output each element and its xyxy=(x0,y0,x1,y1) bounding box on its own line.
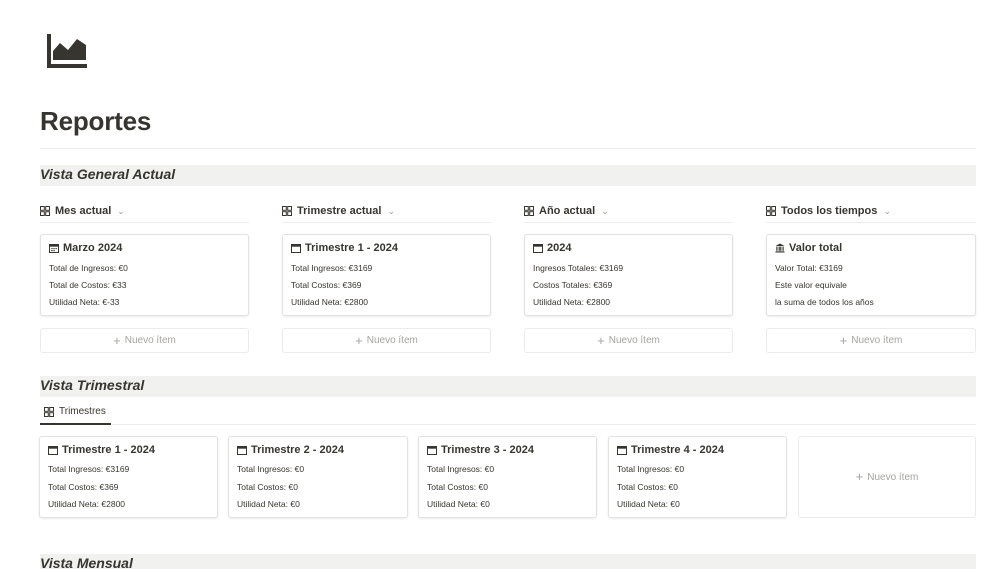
new-item-label: Nuevo ítem xyxy=(867,471,919,483)
card-property: Utilidad Neta: €2800 xyxy=(291,297,369,307)
card-property: Total Ingresos: €3169 xyxy=(48,464,130,474)
card-property: Total Ingresos: €0 xyxy=(617,464,685,474)
tab-divider xyxy=(40,424,976,425)
card-property: Total Costos: €369 xyxy=(48,482,119,492)
chevron-down-icon: ⌄ xyxy=(387,205,395,216)
card-property: Costos Totales: €369 xyxy=(533,280,613,290)
new-item-button[interactable]: + Nuevo ítem xyxy=(524,328,733,353)
calendar-icon xyxy=(237,446,247,455)
plus-icon: + xyxy=(855,469,864,484)
card-property: Utilidad Neta: €2800 xyxy=(533,297,611,307)
view-tab-label: Trimestres xyxy=(59,406,106,417)
view-tab-label: Todos los tiempos xyxy=(781,205,878,217)
card-property: Total Ingresos: €0 xyxy=(237,464,305,474)
area-chart-icon xyxy=(47,34,87,68)
page-title: Reportes xyxy=(40,106,152,136)
card-property: Utilidad Neta: €0 xyxy=(427,499,490,509)
card-property: Utilidad Neta: €2800 xyxy=(48,499,126,509)
card-property: Total Ingresos: €0 xyxy=(427,464,495,474)
card-marzo-2024[interactable]: Marzo 2024 Total de Ingresos: €0 Total d… xyxy=(40,234,249,316)
section-heading: Vista Trimestral xyxy=(40,377,145,393)
calendar-icon xyxy=(427,446,437,455)
card-title: Trimestre 4 - 2024 xyxy=(631,444,724,456)
card-title: Trimestre 1 - 2024 xyxy=(305,242,398,254)
tab-divider xyxy=(282,222,491,223)
new-item-label: Nuevo ítem xyxy=(124,335,176,346)
new-item-label: Nuevo ítem xyxy=(366,335,418,346)
card-property: Utilidad Neta: €-33 xyxy=(49,297,120,307)
new-item-button[interactable]: + Nuevo ítem xyxy=(40,328,249,353)
section-vista-mensual: Vista Mensual xyxy=(40,554,976,569)
card-title: Marzo 2024 xyxy=(63,242,123,254)
card-title: Valor total xyxy=(789,242,843,254)
title-divider xyxy=(40,148,976,149)
card-property: Este valor equivale xyxy=(775,280,847,290)
calendar-icon xyxy=(48,446,58,455)
plus-icon: + xyxy=(597,332,605,348)
card-property: Total Costos: €369 xyxy=(291,280,362,290)
card-property: Ingresos Totales: €3169 xyxy=(533,263,624,273)
new-item-button[interactable]: + Nuevo ítem xyxy=(798,436,976,518)
gallery-view-icon xyxy=(40,206,50,216)
tab-divider xyxy=(40,222,249,223)
view-tab-trimestres[interactable]: Trimestres xyxy=(44,406,106,417)
gallery-view-icon xyxy=(524,206,534,216)
bank-icon xyxy=(775,243,785,253)
section-vista-general: Vista General Actual xyxy=(40,165,976,186)
card-property: Total Costos: €0 xyxy=(617,482,678,492)
chevron-down-icon: ⌄ xyxy=(601,205,609,216)
chevron-down-icon: ⌄ xyxy=(883,205,891,216)
view-tab-label: Año actual xyxy=(539,205,596,217)
view-tab-trimestre-actual[interactable]: Trimestre actual ⌄ xyxy=(282,205,395,217)
card-property: Total Costos: €0 xyxy=(427,482,488,492)
new-item-label: Nuevo ítem xyxy=(608,335,660,346)
plus-icon: + xyxy=(355,332,363,348)
chevron-down-icon: ⌄ xyxy=(117,205,125,216)
new-item-label: Nuevo ítem xyxy=(851,335,903,346)
section-vista-trimestral: Vista Trimestral xyxy=(40,376,976,397)
calendar-icon xyxy=(291,244,301,253)
section-heading: Vista General Actual xyxy=(40,166,176,182)
card-2024[interactable]: 2024 Ingresos Totales: €3169 Costos Tota… xyxy=(524,234,733,316)
calendar-icon xyxy=(533,244,543,253)
card-property: Total Ingresos: €3169 xyxy=(291,263,373,273)
view-tab-label: Mes actual xyxy=(55,205,112,217)
view-tab-label: Trimestre actual xyxy=(297,205,382,217)
view-tab-ano-actual[interactable]: Año actual ⌄ xyxy=(524,205,609,217)
card-trimestre-1-2024[interactable]: Trimestre 1 - 2024 Total Ingresos: €3169… xyxy=(282,234,491,316)
tab-divider xyxy=(524,222,733,223)
new-item-button[interactable]: + Nuevo ítem xyxy=(766,328,976,353)
calendar-icon xyxy=(617,446,627,455)
gallery-view-icon xyxy=(44,406,54,417)
plus-icon: + xyxy=(839,332,848,348)
card-property: Total de Costos: €33 xyxy=(49,280,127,290)
card-property: Valor Total: €3169 xyxy=(775,263,843,273)
section-heading: Vista Mensual xyxy=(40,555,133,569)
view-tab-mes-actual[interactable]: Mes actual ⌄ xyxy=(40,205,125,217)
card-valor-total[interactable]: Valor total Valor Total: €3169 Este valo… xyxy=(766,234,976,316)
tab-divider xyxy=(766,222,976,223)
card-title: 2024 xyxy=(547,242,572,254)
card-property: la suma de todos los años xyxy=(775,297,874,307)
card-title: Trimestre 3 - 2024 xyxy=(441,444,534,456)
gallery-view-icon xyxy=(282,206,292,216)
card-trimestre-4[interactable]: Trimestre 4 - 2024 Total Ingresos: €0 To… xyxy=(608,436,787,518)
card-trimestre-3[interactable]: Trimestre 3 - 2024 Total Ingresos: €0 To… xyxy=(418,436,597,518)
card-title: Trimestre 1 - 2024 xyxy=(62,444,155,456)
card-property: Utilidad Neta: €0 xyxy=(617,499,680,509)
calendar-icon xyxy=(49,244,59,253)
plus-icon: + xyxy=(113,332,121,348)
card-trimestre-1[interactable]: Trimestre 1 - 2024 Total Ingresos: €3169… xyxy=(39,436,218,518)
new-item-button[interactable]: + Nuevo ítem xyxy=(282,328,491,353)
active-tab-indicator xyxy=(40,423,111,425)
card-property: Utilidad Neta: €0 xyxy=(237,499,300,509)
view-tab-todos-los-tiempos[interactable]: Todos los tiempos ⌄ xyxy=(766,205,891,217)
card-title: Trimestre 2 - 2024 xyxy=(251,444,344,456)
card-property: Total de Ingresos: €0 xyxy=(49,263,128,273)
gallery-view-icon xyxy=(766,206,776,216)
card-property: Total Costos: €0 xyxy=(237,482,298,492)
card-trimestre-2[interactable]: Trimestre 2 - 2024 Total Ingresos: €0 To… xyxy=(228,436,408,518)
